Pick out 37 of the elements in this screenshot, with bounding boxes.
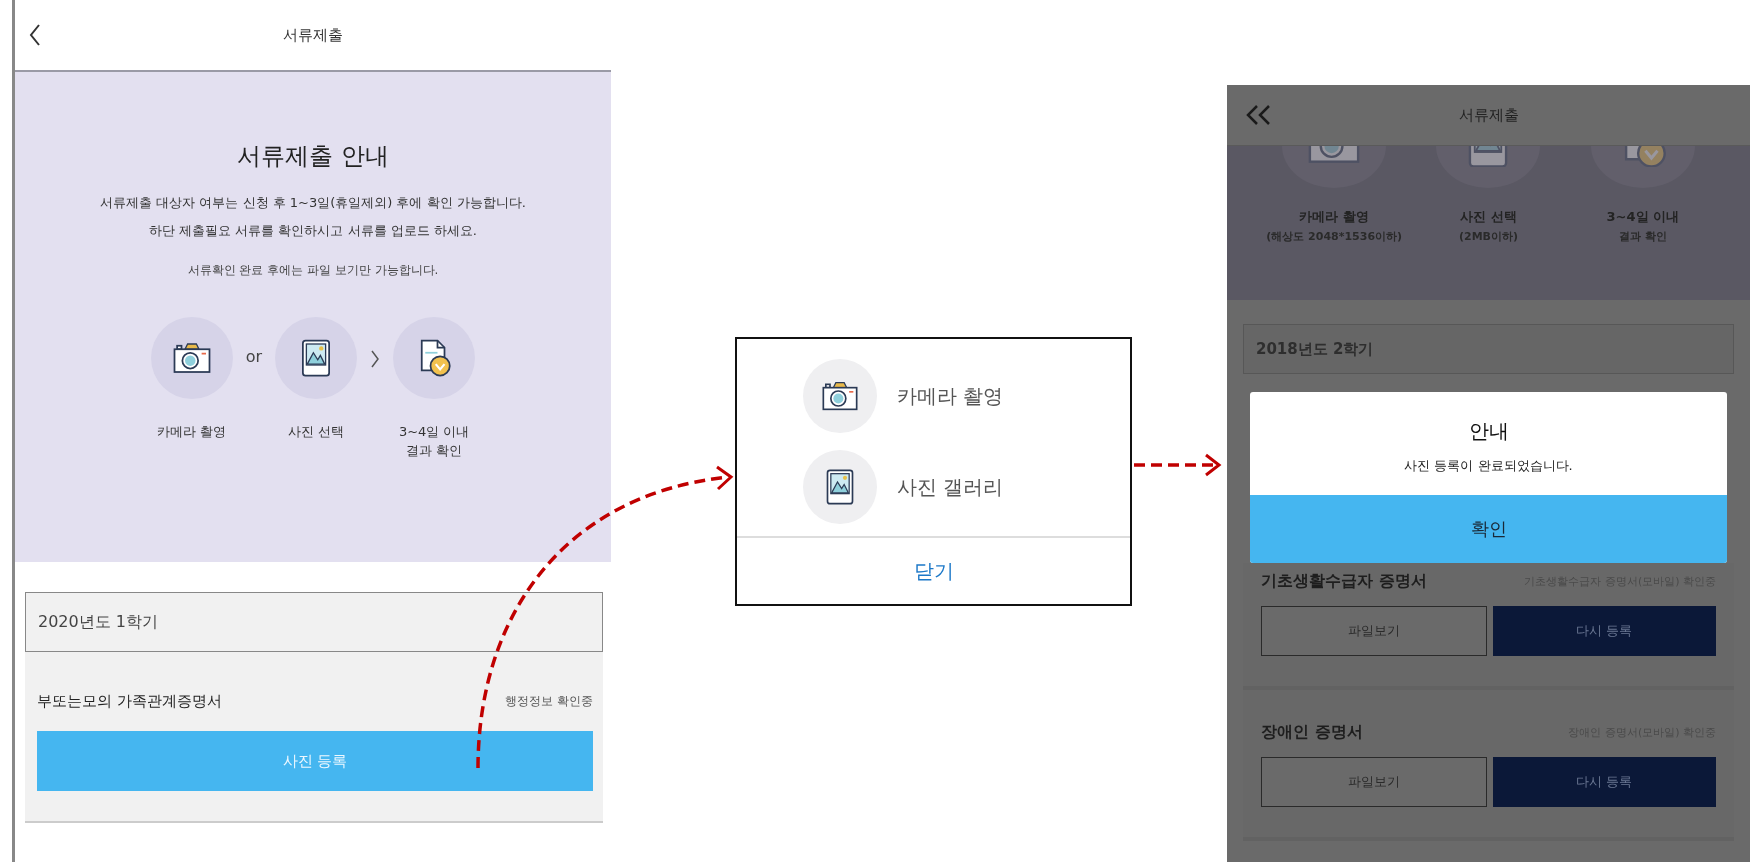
step-sublabel: (해상도 2048*1536이하) <box>1266 229 1403 244</box>
step-sublabel: 결과 확인 <box>1618 229 1667 244</box>
screen-title: 서류제출 <box>283 25 343 45</box>
back-icon[interactable] <box>29 23 41 47</box>
step-label: 사진 선택 <box>1460 208 1517 226</box>
step-label: 3~4일 이내 <box>1606 208 1680 226</box>
screen-title: 서류제출 <box>1458 105 1519 125</box>
guide-text: 하단 제출필요 서류를 확인하시고 서류를 업로드 하세요. <box>149 222 477 240</box>
step-label: 카메라 촬영 <box>1299 208 1369 226</box>
confirm-button[interactable]: 확인 <box>1250 495 1727 563</box>
guide-text: 서류제출 대상자 여부는 신청 후 1~3일(휴일제외) 후에 확인 가능합니다. <box>100 194 526 212</box>
view-file-button[interactable]: 파일보기 <box>1261 757 1487 807</box>
option-label: 카메라 촬영 <box>897 382 1004 410</box>
step-label: 사진 선택 <box>288 423 345 441</box>
semester-field[interactable]: 2018년도 2학기 <box>1243 324 1734 374</box>
re-register-button[interactable]: 다시 등록 <box>1492 606 1716 656</box>
or-text: or <box>245 347 263 366</box>
chevron-right-icon <box>370 349 381 369</box>
action-option[interactable]: 카메라 촬영 <box>803 359 1130 433</box>
step-sublabel: (2MB이하) <box>1458 229 1518 244</box>
view-file-button[interactable]: 파일보기 <box>1261 606 1487 656</box>
guide-note: 서류확인 완료 후에는 파일 보기만 가능합니다. <box>187 262 439 279</box>
guide-heading: 서류제출 안내 <box>237 141 389 172</box>
document-name: 장애인 증명서 <box>1261 722 1363 743</box>
dialog-title: 안내 <box>1468 418 1509 445</box>
option-label: 사진 갤러리 <box>897 473 1004 501</box>
upload-photo-button[interactable]: 사진 등록 <box>37 731 593 791</box>
dialog-message: 사진 등록이 완료되었습니다. <box>1404 457 1573 475</box>
document-name: 기초생활수급자 증명서 <box>1261 571 1427 592</box>
semester-field[interactable]: 2020년도 1학기 <box>25 592 603 652</box>
action-option[interactable]: 사진 갤러리 <box>803 450 1130 524</box>
document-status: 행정정보 확인중 <box>505 693 593 710</box>
re-register-button[interactable]: 다시 등록 <box>1492 757 1716 807</box>
double-chevron-left-icon[interactable] <box>1245 104 1273 126</box>
document-name: 부또는모의 가족관계증명서 <box>37 692 222 711</box>
step-label: 3~4일 이내 결과 확인 <box>398 423 470 460</box>
step-label: 카메라 촬영 <box>157 423 227 441</box>
